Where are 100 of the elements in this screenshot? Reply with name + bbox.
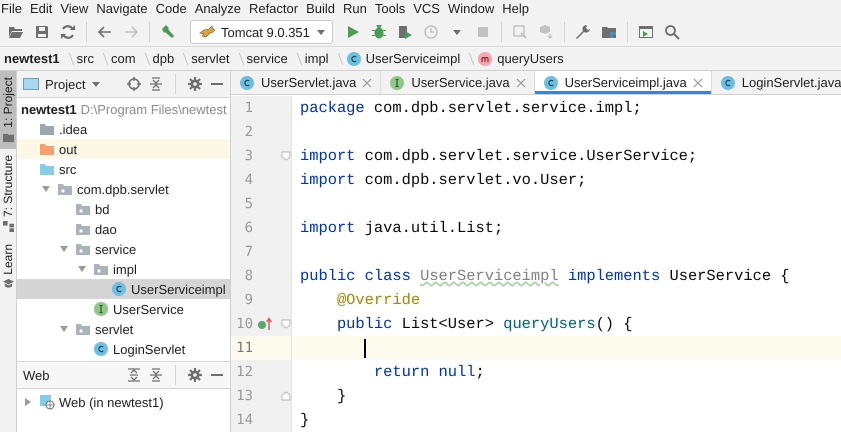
fold-marker-icon[interactable] (281, 391, 291, 401)
menu-item[interactable]: Window (446, 0, 500, 18)
tool-window-tab[interactable]: Learn (0, 238, 16, 296)
save-icon[interactable] (34, 24, 50, 40)
settings-icon[interactable] (188, 368, 202, 382)
open-folder-icon[interactable] (8, 24, 24, 40)
breadcrumb[interactable]: service (246, 51, 288, 66)
menu-item[interactable]: Help (501, 0, 534, 18)
tree-row[interactable]: servlet (17, 319, 230, 339)
menu-item[interactable]: Build (305, 0, 340, 18)
menu-item[interactable]: View (59, 0, 94, 18)
editor-tab[interactable]: UserServiceimpl.java (534, 71, 712, 94)
menu-item[interactable]: VCS (412, 0, 445, 18)
menu-item[interactable]: Run (342, 0, 372, 18)
fold-marker-icon[interactable] (281, 151, 291, 161)
tree-item-label: impl (113, 262, 137, 276)
window-icon (23, 78, 39, 90)
editor-tab[interactable]: UserService.java (381, 71, 535, 94)
hammer-icon[interactable] (160, 24, 176, 40)
tree-row[interactable]: src (17, 159, 230, 179)
line-number: 1 (244, 100, 253, 116)
menu-item[interactable]: Analyze (194, 0, 246, 18)
folder-grid-icon[interactable] (600, 24, 617, 40)
code-token: UserServiceimpl (420, 267, 559, 285)
sync-icon[interactable] (60, 24, 76, 40)
expanded-arrow-icon[interactable] (77, 264, 87, 274)
bug-icon[interactable] (370, 24, 387, 40)
breadcrumb[interactable]: servlet (191, 51, 230, 66)
menu-item[interactable]: Navigate (95, 0, 153, 18)
line-number: 9 (244, 292, 253, 308)
panel-title: Web (23, 368, 50, 382)
coverage-icon[interactable] (396, 24, 413, 40)
expanded-arrow-icon[interactable] (41, 184, 51, 194)
collapsed-arrow-icon[interactable] (23, 397, 33, 407)
tree-row[interactable]: service (17, 239, 230, 259)
close-icon[interactable] (516, 78, 526, 88)
collapse-all-icon[interactable] (149, 368, 163, 382)
locate-icon[interactable] (127, 77, 141, 91)
close-icon[interactable] (692, 78, 703, 88)
wrench-icon[interactable] (574, 24, 591, 40)
search-icon[interactable] (664, 24, 680, 40)
code-token: () { (596, 315, 633, 333)
editor-tab[interactable]: LoginServlet.java (712, 71, 841, 94)
collapse-all-icon[interactable] (149, 77, 163, 91)
breadcrumb[interactable]: dpb (152, 51, 174, 66)
code-token: ; (476, 363, 485, 381)
breadcrumb[interactable]: com (110, 51, 136, 66)
dropdown-caret-icon (91, 79, 102, 89)
menu-item[interactable]: File (0, 0, 27, 18)
run-configuration-dropdown[interactable]: Tomcat 9.0.351 (190, 20, 333, 44)
menu-item[interactable]: Tools (374, 0, 410, 18)
menu-item[interactable]: Refactor (248, 0, 304, 18)
view-selector[interactable]: Project (23, 76, 102, 92)
line-number: 10 (235, 316, 253, 332)
tree-row[interactable]: Web (in newtest1) (17, 392, 230, 412)
code-token: java.util.List; (364, 219, 504, 237)
code-token: package (300, 99, 365, 117)
web-module-icon (39, 394, 55, 410)
tree-item-label: Web (in newtest1) (59, 394, 164, 410)
menu-item[interactable]: Edit (28, 0, 58, 18)
fold-marker-icon[interactable] (281, 319, 291, 329)
tool-window-tab[interactable]: 1: Project (0, 71, 16, 149)
tree-item-label: src (59, 162, 76, 176)
implements-marker-icon[interactable] (257, 317, 273, 331)
breadcrumb[interactable]: impl (304, 51, 329, 66)
back-arrow-icon[interactable] (97, 24, 113, 40)
package-icon (75, 221, 91, 237)
dropdown-caret-icon (316, 27, 326, 37)
breadcrumb[interactable]: queryUsers (477, 50, 564, 66)
tool-window-tab[interactable]: 7: Structure (0, 148, 16, 238)
expand-all-icon[interactable] (127, 368, 141, 382)
interface-icon (93, 301, 109, 317)
breadcrumb[interactable]: src (76, 51, 94, 66)
tree-row[interactable]: LoginServlet (17, 339, 230, 359)
editor-tab[interactable]: UserServlet.java (231, 71, 382, 94)
tree-row[interactable]: newtest1 D:\Program Files\newtest (17, 99, 230, 119)
package-icon (57, 181, 73, 197)
tree-row[interactable]: out (17, 139, 230, 159)
code-token: return (372, 363, 430, 381)
line-number: 6 (244, 220, 253, 236)
tree-row[interactable]: UserService (17, 299, 230, 319)
code-token: com.dpb.servlet.service.UserService; (364, 147, 698, 165)
tree-row[interactable]: impl (17, 259, 230, 279)
tree-row[interactable]: .idea (17, 119, 230, 139)
expanded-arrow-icon[interactable] (59, 244, 69, 254)
tree-row[interactable]: dao (17, 219, 230, 239)
tree-row[interactable]: UserServiceimpl (17, 279, 230, 299)
tree-row[interactable]: com.dpb.servlet (17, 179, 230, 199)
line-number: 5 (244, 196, 253, 212)
close-icon[interactable] (362, 78, 372, 88)
expanded-arrow-icon[interactable] (59, 324, 69, 334)
tree-row[interactable]: bd (17, 199, 230, 219)
breadcrumb[interactable]: newtest1 (4, 51, 60, 66)
window-run-icon[interactable] (638, 24, 654, 40)
code-token: List<User> (400, 315, 495, 333)
class-icon (542, 74, 559, 90)
settings-icon[interactable] (188, 77, 202, 91)
breadcrumb[interactable]: UserServiceimpl (346, 50, 460, 66)
menu-item[interactable]: Code (154, 0, 192, 18)
folder-icon (2, 132, 14, 143)
